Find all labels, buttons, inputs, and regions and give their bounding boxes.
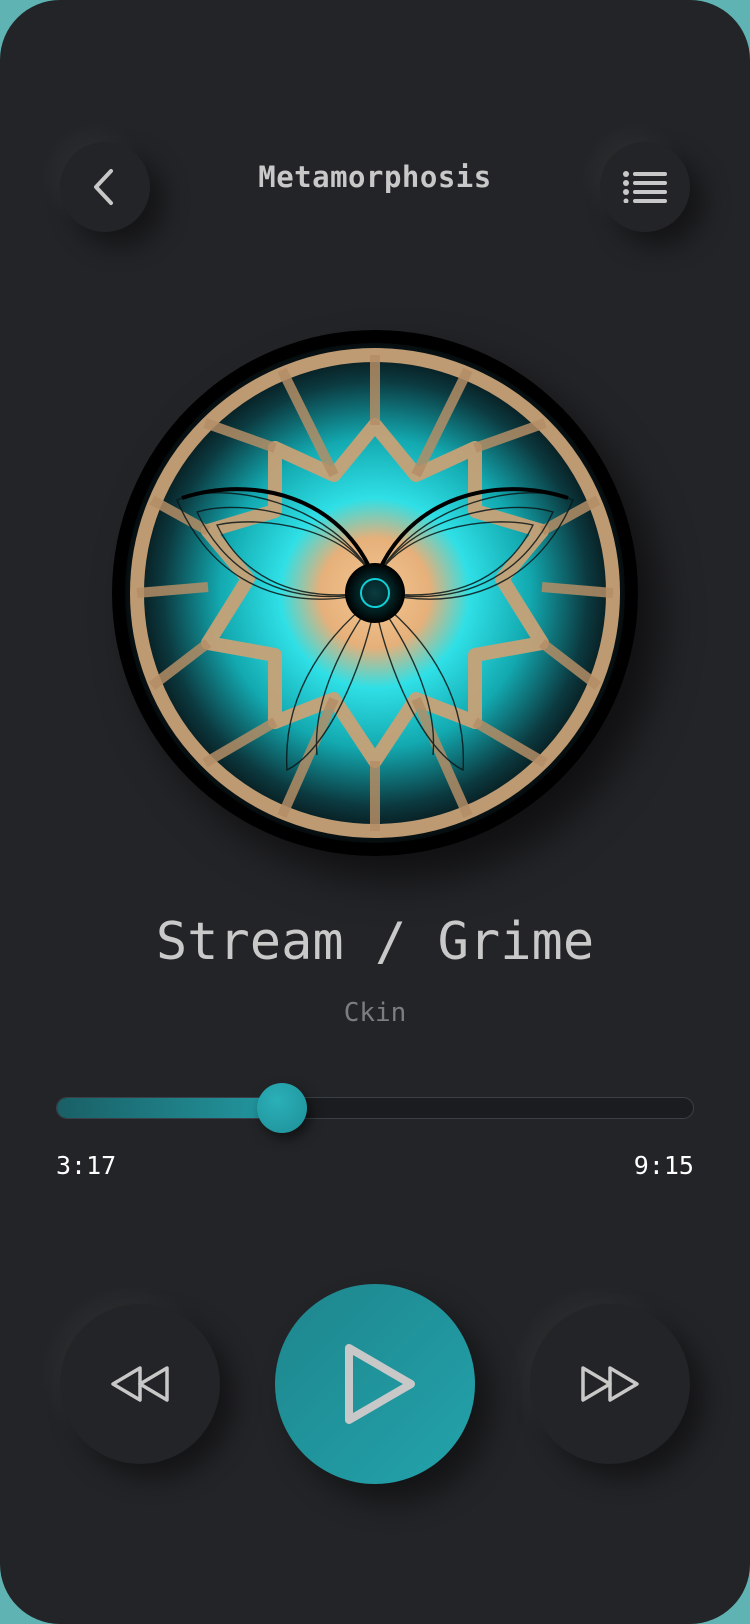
back-button[interactable]	[60, 142, 150, 232]
total-time: 9:15	[633, 1151, 694, 1180]
fast-forward-icon	[581, 1366, 639, 1402]
butterfly-mandala-artwork	[112, 330, 638, 856]
track-artist: Ckin	[343, 998, 407, 1028]
playlist-menu-button[interactable]	[600, 142, 690, 232]
album-art	[112, 330, 638, 856]
progress-bar[interactable]	[56, 1097, 694, 1119]
forward-button[interactable]	[530, 1304, 690, 1464]
playlist-title: Metamorphosis	[258, 160, 492, 194]
play-button[interactable]	[275, 1284, 475, 1484]
play-icon	[345, 1344, 415, 1424]
rewind-icon	[111, 1366, 169, 1402]
player-screen: Metamorphosis Stream / Grime Ckin 3:17 9…	[0, 0, 750, 1624]
list-menu-icon	[623, 171, 667, 203]
progress-thumb[interactable]	[257, 1083, 308, 1133]
rewind-button[interactable]	[60, 1304, 220, 1464]
track-title: Stream / Grime	[155, 912, 595, 972]
elapsed-time: 3:17	[56, 1151, 117, 1180]
progress-fill	[57, 1098, 284, 1118]
chevron-left-icon	[94, 169, 113, 205]
